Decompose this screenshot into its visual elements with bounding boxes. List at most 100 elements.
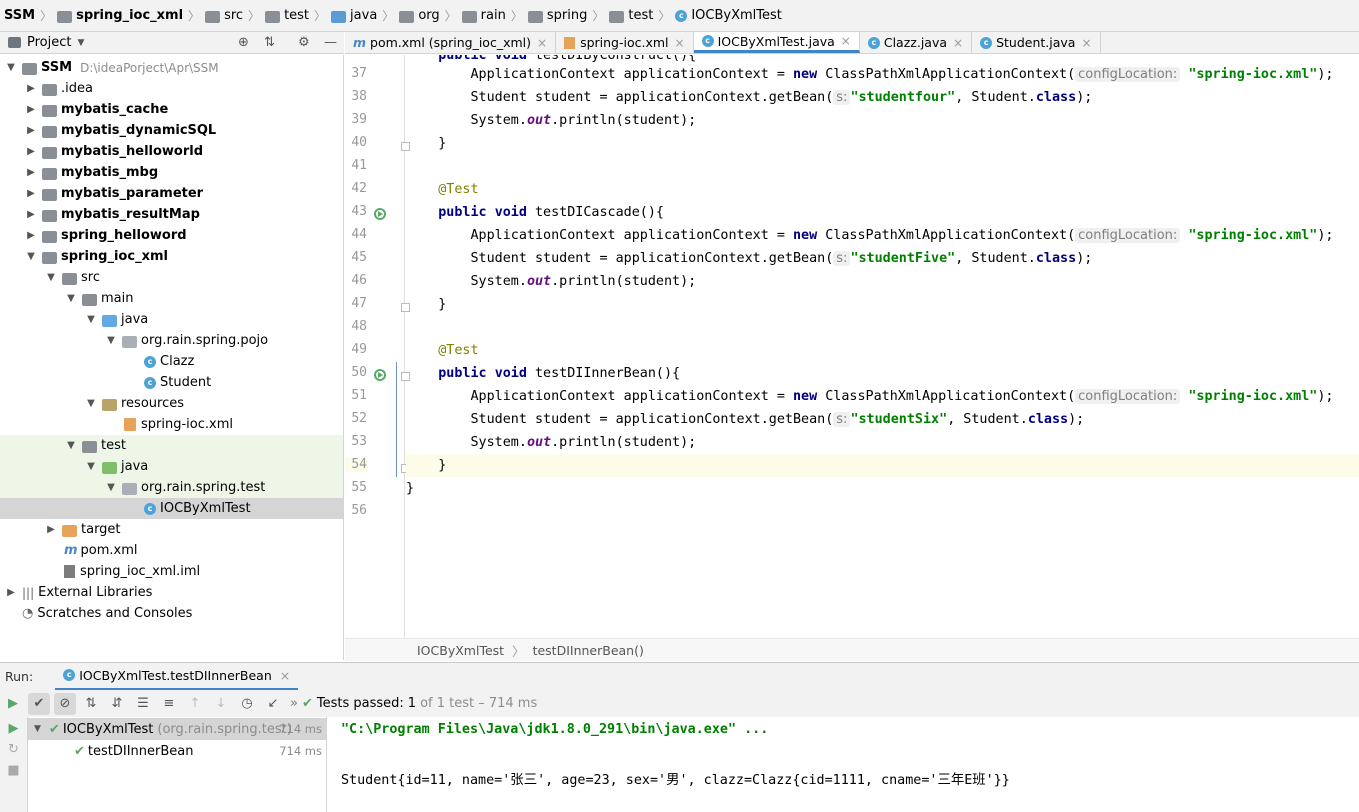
chevron-down-icon[interactable]: ▼ (64, 293, 78, 304)
chevron-down-icon[interactable]: ▼ (4, 62, 18, 73)
tree-item[interactable]: ▶ ||| External Libraries (0, 582, 343, 603)
chevron-right-icon[interactable]: ▶ (24, 146, 38, 157)
export-icon[interactable]: ↙ (262, 693, 284, 715)
rerun-icon[interactable]: ▶ (2, 693, 24, 715)
breadcrumb-item[interactable]: org 〉 (399, 7, 461, 24)
tree-item[interactable]: ▶ mybatis_dynamicSQL (0, 120, 343, 141)
tree-item[interactable]: ▼ SSM D:\ideaPorject\Apr\SSM (0, 57, 343, 78)
tree-item[interactable]: ▶ mybatis_mbg (0, 162, 343, 183)
chevron-right-icon[interactable]: ▶ (4, 587, 18, 598)
editor-tab[interactable]: m pom.xml (spring_ioc_xml) × (345, 32, 557, 53)
chevron-down-icon[interactable]: ▼ (44, 272, 58, 283)
tree-item[interactable]: spring-ioc.xml (0, 414, 343, 435)
tree-item[interactable]: ▼ resources (0, 393, 343, 414)
tree-item[interactable]: m pom.xml (0, 540, 343, 561)
breadcrumb-item[interactable]: java 〉 (331, 7, 399, 24)
breadcrumb-item[interactable]: rain 〉 (461, 7, 528, 24)
breadcrumb-item[interactable]: spring 〉 (527, 7, 610, 24)
tree-item[interactable]: ▼ src (0, 267, 343, 288)
chevron-right-icon[interactable]: ▶ (44, 524, 58, 535)
tree-item[interactable]: c IOCByXmlTest (0, 498, 343, 519)
tree-item[interactable]: ▼ java (0, 309, 343, 330)
tree-item[interactable]: ▶ target (0, 519, 343, 540)
tree-item[interactable]: ▶ spring_helloword (0, 225, 343, 246)
breadcrumb-item[interactable]: SSM 〉 (4, 7, 57, 24)
more-icon[interactable]: » (290, 696, 298, 711)
tree-item[interactable]: ▶ mybatis_helloworld (0, 141, 343, 162)
previous-failed-icon[interactable]: ↑ (184, 693, 206, 715)
breadcrumb-item[interactable]: c IOCByXmlTest (675, 8, 782, 23)
code-editor[interactable]: public void testDIByConstruct(){ Applica… (406, 55, 1359, 638)
chevron-down-icon[interactable]: ▼ (84, 398, 98, 409)
sort-alpha-icon[interactable]: ⇅ (80, 693, 102, 715)
editor-breadcrumb-method[interactable]: testDIInnerBean() (533, 643, 644, 658)
tree-item[interactable]: c Student (0, 372, 343, 393)
breadcrumb-item[interactable]: src 〉 (205, 7, 265, 24)
run-config-tab[interactable]: c IOCByXmlTest.testDIInnerBean × (55, 663, 299, 691)
expand-all-icon[interactable]: ☰ (132, 693, 154, 715)
tree-item[interactable]: ▶ mybatis_cache (0, 99, 343, 120)
chevron-down-icon[interactable]: ▼ (24, 251, 38, 262)
chevron-right-icon[interactable]: ▶ (24, 167, 38, 178)
close-icon[interactable]: × (841, 34, 851, 48)
tree-item[interactable]: ◔ Scratches and Consoles (0, 603, 343, 624)
console-output[interactable]: "C:\Program Files\Java\jdk1.8.0_291\bin\… (328, 717, 1359, 812)
collapse-all-icon[interactable]: ⇅ (264, 35, 275, 50)
history-icon[interactable]: ◷ (236, 693, 258, 715)
tree-item[interactable]: ▶ .idea (0, 78, 343, 99)
tree-item[interactable]: ▼ org.rain.spring.pojo (0, 330, 343, 351)
chevron-down-icon[interactable]: ▼ (84, 314, 98, 325)
chevron-right-icon[interactable]: ▶ (24, 230, 38, 241)
run-test-icon[interactable] (374, 208, 386, 220)
collapse-all-icon[interactable]: ≡ (158, 693, 180, 715)
chevron-down-icon[interactable]: ▼ (104, 335, 118, 346)
show-ignored-icon[interactable]: ⊘ (54, 692, 76, 715)
close-icon[interactable]: × (953, 36, 963, 50)
editor-tab[interactable]: c IOCByXmlTest.java × (693, 32, 860, 53)
close-icon[interactable]: × (537, 36, 547, 50)
editor-tab[interactable]: c Student.java × (972, 32, 1101, 53)
chevron-down-icon[interactable]: ▼ (84, 461, 98, 472)
tree-item[interactable]: ▼ main (0, 288, 343, 309)
tree-item[interactable]: ▼ java (0, 456, 343, 477)
run-test-icon[interactable] (374, 369, 386, 381)
tree-item[interactable]: ▼ test (0, 435, 343, 456)
chevron-down-icon[interactable]: ▼ (77, 38, 84, 48)
chevron-down-icon[interactable]: ▼ (104, 482, 118, 493)
tree-item-label: Clazz (160, 354, 195, 369)
test-class-row[interactable]: ▼ ✔ IOCByXmlTest (org.rain.spring.test) … (28, 718, 326, 740)
tree-item[interactable]: ▼ spring_ioc_xml (0, 246, 343, 267)
chevron-down-icon[interactable]: ▼ (34, 724, 41, 734)
editor-tab[interactable]: spring-ioc.xml × (556, 32, 694, 53)
tree-item[interactable]: spring_ioc_xml.iml (0, 561, 343, 582)
breadcrumb-item[interactable]: test 〉 (265, 7, 331, 24)
chevron-right-icon[interactable]: ▶ (24, 83, 38, 94)
stop-icon[interactable]: ■ (0, 763, 27, 778)
toggle-auto-test-icon[interactable]: ↻ (0, 742, 27, 757)
tree-item[interactable]: ▼ org.rain.spring.test (0, 477, 343, 498)
tree-item[interactable]: ▶ mybatis_resultMap (0, 204, 343, 225)
next-failed-icon[interactable]: ↓ (210, 693, 232, 715)
chevron-right-icon[interactable]: ▶ (24, 104, 38, 115)
sort-duration-icon[interactable]: ⇵ (106, 693, 128, 715)
test-method-row[interactable]: ✔ testDIInnerBean 714 ms (28, 740, 326, 762)
show-passed-icon[interactable]: ✔ (28, 692, 50, 715)
project-view-selector[interactable]: Project (27, 35, 71, 50)
close-icon[interactable]: × (280, 668, 290, 683)
breadcrumb-item[interactable]: spring_ioc_xml 〉 (57, 7, 205, 24)
chevron-right-icon[interactable]: ▶ (24, 125, 38, 136)
tree-item[interactable]: c Clazz (0, 351, 343, 372)
editor-tab[interactable]: c Clazz.java × (860, 32, 973, 53)
close-icon[interactable]: × (1081, 36, 1091, 50)
rerun-failed-icon[interactable]: ▶ (0, 721, 27, 736)
chevron-right-icon[interactable]: ▶ (24, 209, 38, 220)
editor-breadcrumb-class[interactable]: IOCByXmlTest (417, 643, 504, 658)
locate-icon[interactable]: ⊕ (238, 35, 249, 50)
tree-item[interactable]: ▶ mybatis_parameter (0, 183, 343, 204)
gear-icon[interactable]: ⚙ (298, 35, 310, 50)
chevron-down-icon[interactable]: ▼ (64, 440, 78, 451)
breadcrumb-item[interactable]: test 〉 (609, 7, 675, 24)
minimize-icon[interactable]: — (324, 35, 337, 50)
chevron-right-icon[interactable]: ▶ (24, 188, 38, 199)
close-icon[interactable]: × (675, 36, 685, 50)
